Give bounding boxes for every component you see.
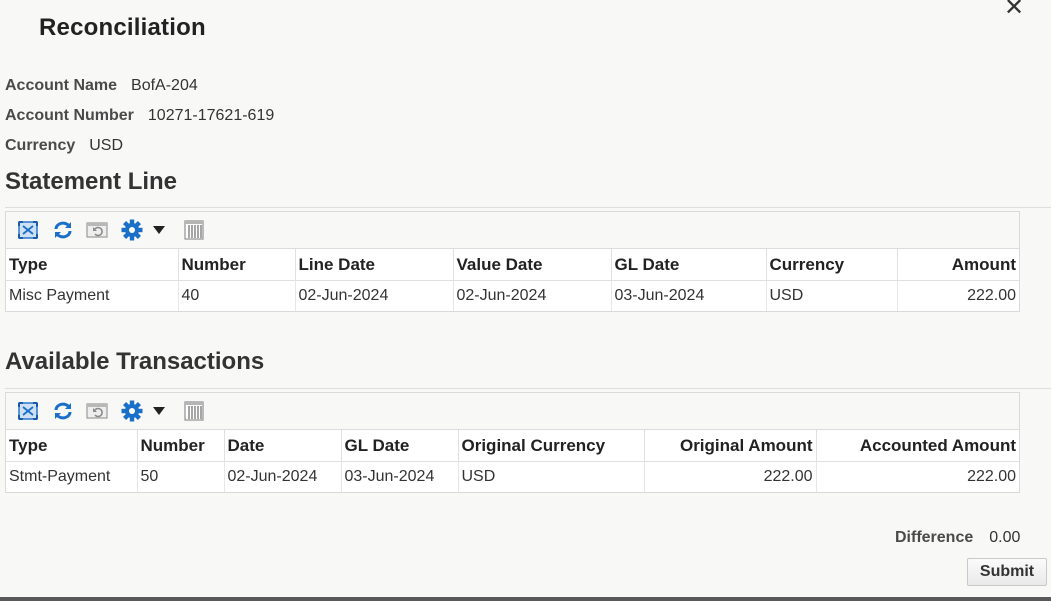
dropdown-arrow-icon[interactable] (152, 220, 166, 240)
column-header-original-currency[interactable]: Original Currency (458, 430, 645, 462)
account-name-label: Account Name (5, 77, 118, 94)
difference-value: 0.00 (989, 529, 1021, 546)
table-header-row: Type Number Date GL Date Original Curren… (6, 430, 1019, 462)
currency-field: Currency USD (5, 137, 123, 155)
cell-type: Stmt-Payment (6, 461, 138, 492)
cell-number: 40 (178, 280, 296, 311)
column-header-type[interactable]: Type (6, 430, 138, 462)
available-transactions-panel: Type Number Date GL Date Original Curren… (5, 392, 1020, 493)
column-header-type[interactable]: Type (6, 249, 179, 281)
gear-icon[interactable] (120, 219, 144, 241)
difference-label: Difference (895, 529, 974, 546)
cell-accounted-amount: 222.00 (816, 461, 1019, 492)
column-header-currency[interactable]: Currency (766, 249, 898, 281)
cell-value-date: 02-Jun-2024 (453, 280, 612, 311)
column-header-number[interactable]: Number (178, 249, 296, 281)
detach-icon[interactable] (17, 401, 39, 421)
column-header-gl-date[interactable]: GL Date (341, 430, 459, 462)
column-header-gl-date[interactable]: GL Date (611, 249, 767, 281)
transactions-toolbar (6, 393, 1019, 430)
cell-line-date: 02-Jun-2024 (295, 280, 454, 311)
submit-button[interactable]: Submit (967, 558, 1047, 586)
currency-label: Currency (5, 137, 76, 154)
reset-icon[interactable] (85, 220, 109, 240)
cell-currency: USD (766, 280, 898, 311)
column-header-amount[interactable]: Amount (897, 249, 1019, 281)
section-divider (5, 207, 1051, 208)
freeze-columns-icon[interactable] (183, 401, 205, 421)
statement-toolbar (6, 212, 1019, 249)
section-divider (5, 388, 1051, 389)
cell-original-amount: 222.00 (644, 461, 817, 492)
available-transactions-heading: Available Transactions (5, 348, 265, 375)
cell-gl-date: 03-Jun-2024 (341, 461, 459, 492)
account-number-value: 10271-17621-619 (147, 107, 275, 124)
reconciliation-dialog: Reconciliation ✕ Account Name BofA-204 Ac… (0, 0, 1051, 597)
table-header-row: Type Number Line Date Value Date GL Date… (6, 249, 1019, 281)
detach-icon[interactable] (17, 220, 39, 240)
freeze-columns-icon[interactable] (183, 220, 205, 240)
account-name-field: Account Name BofA-204 (5, 77, 198, 95)
column-header-date[interactable]: Date (224, 430, 342, 462)
account-number-label: Account Number (5, 107, 134, 124)
close-icon[interactable]: ✕ (1004, 0, 1024, 20)
window-bottom-border (0, 597, 1051, 601)
account-name-value: BofA-204 (131, 77, 198, 94)
difference-field: Difference 0.00 (895, 529, 1020, 547)
column-header-original-amount[interactable]: Original Amount (644, 430, 817, 462)
currency-value: USD (89, 137, 124, 154)
cell-amount: 222.00 (897, 280, 1019, 311)
account-number-field: Account Number 10271-17621-619 (5, 107, 274, 125)
column-header-value-date[interactable]: Value Date (453, 249, 612, 281)
gear-icon[interactable] (120, 400, 144, 422)
cell-number: 50 (137, 461, 225, 492)
statement-line-heading: Statement Line (5, 168, 178, 195)
refresh-icon[interactable] (52, 401, 74, 421)
table-row[interactable]: Misc Payment 40 02-Jun-2024 02-Jun-2024 … (6, 280, 1019, 311)
reset-icon[interactable] (85, 401, 109, 421)
table-row[interactable]: Stmt-Payment 50 02-Jun-2024 03-Jun-2024 … (6, 461, 1019, 492)
column-header-line-date[interactable]: Line Date (295, 249, 454, 281)
statement-line-table: Type Number Line Date Value Date GL Date… (6, 249, 1019, 311)
available-transactions-table: Type Number Date GL Date Original Curren… (6, 430, 1019, 492)
column-header-accounted-amount[interactable]: Accounted Amount (816, 430, 1019, 462)
cell-date: 02-Jun-2024 (224, 461, 342, 492)
refresh-icon[interactable] (52, 220, 74, 240)
cell-type: Misc Payment (6, 280, 179, 311)
statement-line-panel: Type Number Line Date Value Date GL Date… (5, 211, 1020, 312)
cell-gl-date: 03-Jun-2024 (611, 280, 767, 311)
dialog-title: Reconciliation (39, 14, 206, 41)
cell-original-currency: USD (458, 461, 645, 492)
column-header-number[interactable]: Number (137, 430, 225, 462)
dropdown-arrow-icon[interactable] (152, 401, 166, 421)
